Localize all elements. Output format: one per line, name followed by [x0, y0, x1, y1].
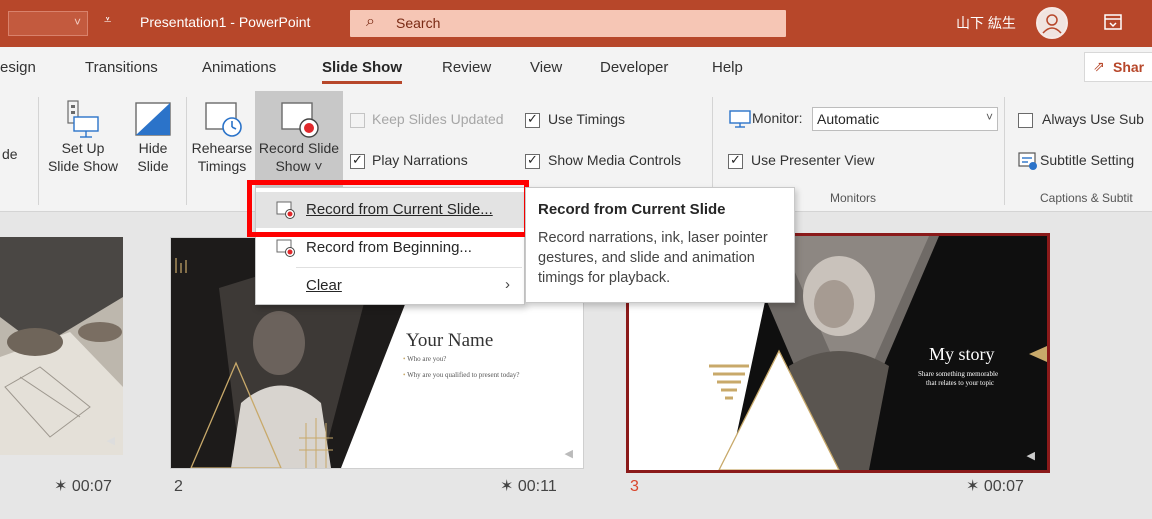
tab-transitions[interactable]: Transitions [85, 59, 158, 76]
chevron-down-icon: ˅ [73, 15, 81, 29]
chevron-right-icon: › [505, 276, 510, 293]
chevron-down-icon: ˅ [985, 110, 993, 124]
menu-label: Record from Beginning... [306, 239, 472, 256]
rehearse-timings-button[interactable]: Rehearse Timings [190, 139, 254, 175]
use-presenter-view-checkbox[interactable] [728, 152, 743, 169]
slide-3-subtitle-2: that relates to your topic [926, 379, 995, 387]
user-name[interactable]: 山下 紘生 [956, 13, 1016, 33]
tooltip-title: Record from Current Slide [538, 201, 726, 218]
slide-thumbnail-1[interactable]: ◀︎ [0, 237, 123, 455]
tab-view[interactable]: View [530, 59, 562, 76]
transition-star-icon: ✶ [966, 478, 980, 495]
tab-developer[interactable]: Developer [600, 59, 668, 76]
document-title: Presentation1 - PowerPoint [140, 14, 311, 30]
search-icon: ⌕ [366, 13, 375, 30]
ribbon-display-options-icon[interactable] [1104, 13, 1122, 31]
setup-slideshow-icon[interactable] [64, 99, 102, 139]
rehearse-timings-icon[interactable] [204, 101, 244, 139]
keep-slides-updated-label: Keep Slides Updated [372, 111, 504, 127]
hide-slide-icon[interactable] [134, 101, 172, 137]
slide-1-photo [0, 237, 123, 455]
bullet-icon: • [403, 371, 406, 379]
tab-slide-show[interactable]: Slide Show [322, 59, 403, 84]
rehearse-line1: Rehearse [191, 140, 253, 156]
subtitle-settings-icon[interactable] [1018, 151, 1038, 171]
menu-clear[interactable]: Clear › [256, 268, 524, 304]
transition-star-icon: ✶ [54, 478, 68, 495]
person-icon [1042, 14, 1062, 34]
slide-2-bullet-1: Who are you? [407, 355, 447, 363]
setup-slideshow-button[interactable]: Set Up Slide Show [46, 139, 120, 175]
customize-quick-access-icon[interactable]: ⩡ [104, 12, 111, 28]
title-bar: ˅ ⩡ Presentation1 - PowerPoint ⌕ Search … [0, 0, 1152, 47]
bullet-icon: • [403, 355, 406, 363]
record-icon [276, 239, 295, 257]
audio-icon: ◀︎ [1026, 450, 1035, 462]
share-button[interactable]: ⇗ Shar [1084, 52, 1152, 82]
transition-star-icon: ✶ [500, 478, 514, 495]
play-narrations-label: Play Narrations [372, 152, 468, 168]
record-line1: Record Slide [258, 140, 340, 156]
monitor-select[interactable]: Automatic ˅ [812, 107, 998, 131]
subtitle-settings-button[interactable]: Subtitle Setting [1040, 152, 1134, 168]
quick-access-combo[interactable]: ˅ [8, 11, 88, 36]
tab-design[interactable]: esign [0, 59, 36, 76]
record-line2: Show ˅ [275, 158, 323, 174]
menu-label: Clear [306, 277, 342, 294]
keep-slides-updated-checkbox [350, 113, 365, 128]
hide-slide-button[interactable]: Hide Slide [130, 139, 176, 175]
hide-line1: Hide [138, 140, 168, 156]
audio-icon: ◀︎ [564, 448, 573, 460]
hide-line2: Slide [137, 158, 169, 174]
slide-3-title: My story [929, 344, 995, 364]
use-presenter-view-label: Use Presenter View [751, 152, 875, 168]
slide-2-number: 2 [174, 478, 183, 495]
setup-line1: Set Up [61, 140, 105, 156]
monitor-icon [729, 110, 751, 128]
tab-review[interactable]: Review [442, 59, 491, 76]
group-separator [186, 97, 187, 205]
tab-animations[interactable]: Animations [202, 59, 276, 76]
slide-3-subtitle-1: Share something memorable [918, 370, 999, 378]
monitor-select-value: Automatic [817, 111, 880, 127]
monitors-group-label: Monitors [830, 191, 877, 205]
clipped-button-label[interactable]: de [2, 145, 18, 163]
highlight-annotation [247, 180, 529, 237]
always-use-subtitles-label: Always Use Sub [1042, 111, 1144, 127]
avatar[interactable] [1036, 7, 1068, 39]
show-media-controls-label: Show Media Controls [548, 152, 682, 168]
use-timings-checkbox[interactable] [525, 111, 540, 128]
slide-2-title: Your Name [406, 330, 494, 351]
monitor-label: Monitor: [752, 110, 803, 126]
slide-1-timing: ✶ 00:07 [54, 478, 112, 495]
ribbon-tabs: esign Transitions Animations Slide Show … [0, 47, 1152, 91]
share-icon: ⇗ [1093, 58, 1105, 74]
search-placeholder: Search [396, 15, 441, 31]
show-media-controls-checkbox[interactable] [525, 152, 540, 169]
slide-2-bullet-2: Why are you qualified to present today? [407, 371, 520, 379]
setup-line2: Slide Show [47, 158, 119, 174]
rehearse-line2: Timings [197, 158, 247, 174]
tooltip: Record from Current Slide Record narrati… [525, 187, 795, 303]
always-use-subtitles-checkbox[interactable] [1018, 113, 1033, 128]
slide-2-timing: ✶ 00:11 [500, 478, 557, 495]
captions-group-label: Captions & Subtit [1040, 191, 1133, 205]
group-separator [38, 97, 39, 205]
record-icon [281, 102, 319, 138]
tab-help[interactable]: Help [712, 59, 743, 76]
play-narrations-checkbox[interactable] [350, 152, 365, 169]
use-timings-label: Use Timings [548, 111, 626, 127]
audio-icon: ◀︎ [106, 435, 115, 447]
share-label: Shar [1113, 59, 1145, 75]
tooltip-body: Record narrations, ink, laser pointer ge… [538, 230, 768, 286]
slide-3-timing: ✶ 00:07 [966, 478, 1024, 495]
slide-3-number: 3 [630, 478, 639, 495]
search-box[interactable]: ⌕ Search [350, 10, 786, 37]
group-separator [1004, 97, 1005, 205]
